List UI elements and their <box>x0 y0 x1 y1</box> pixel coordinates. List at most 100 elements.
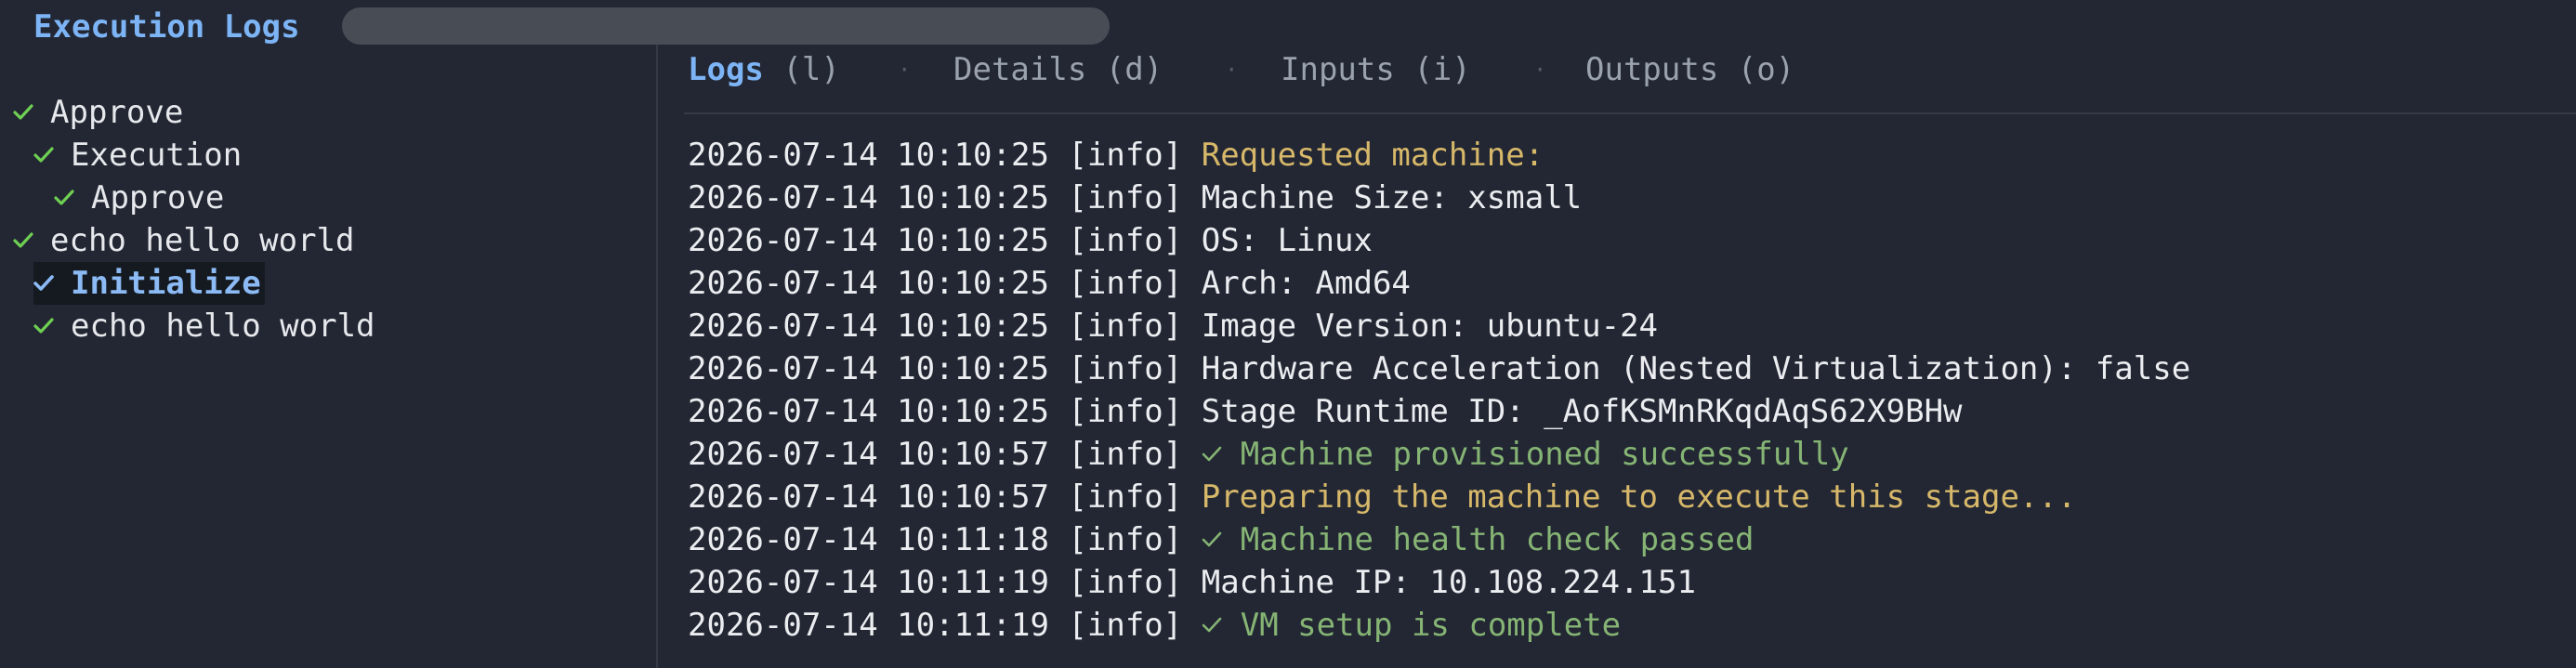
log-timestamp: 2026-07-14 10:10:25 <box>688 393 1049 430</box>
tab-label: Inputs <box>1281 51 1395 88</box>
tab-shortcut: (l) <box>782 51 840 88</box>
tab-details[interactable]: Details (d) <box>953 48 1163 91</box>
log-message-text: Requested machine: <box>1201 137 1544 174</box>
log-timestamp: 2026-07-14 10:10:25 <box>688 137 1049 174</box>
log-line: 2026-07-14 10:11:19 [info] Machine IP: 1… <box>688 561 1696 604</box>
log-timestamp: 2026-07-14 10:10:25 <box>688 350 1049 387</box>
log-message: Hardware Acceleration (Nested Virtualiza… <box>1202 350 2190 387</box>
log-message: Machine provisioned successfully <box>1202 436 1849 473</box>
log-line: 2026-07-14 10:10:25 [info] Image Version… <box>688 305 1658 347</box>
log-line: 2026-07-14 10:11:19 [info] VM setup is c… <box>688 604 1621 647</box>
log-message: Machine health check passed <box>1202 518 1755 561</box>
log-line: 2026-07-14 10:10:25 [info] Machine Size:… <box>688 177 1582 219</box>
check-icon <box>13 219 33 262</box>
log-message: VM setup is complete <box>1202 607 1621 644</box>
log-line: 2026-07-14 10:10:57 [info] Preparing the… <box>688 476 2076 518</box>
log-message: Stage Runtime ID: _AofKSMnRKqdAqS62X9BHw <box>1202 393 1963 430</box>
log-line: 2026-07-14 10:10:25 [info] Requested mac… <box>688 134 1544 177</box>
log-line: 2026-07-14 10:10:57 [info] Machine provi… <box>688 433 1849 476</box>
log-timestamp: 2026-07-14 10:11:19 <box>688 607 1049 644</box>
check-icon <box>1202 604 1222 647</box>
log-timestamp: 2026-07-14 10:10:25 <box>688 308 1049 345</box>
log-message-text: Machine health check passed <box>1240 521 1755 558</box>
log-line: 2026-07-14 10:11:18 [info] Machine healt… <box>688 518 1754 561</box>
log-line: 2026-07-14 10:10:25 [info] OS: Linux <box>688 219 1373 262</box>
tab-separator: · <box>1533 57 1547 83</box>
tree-item[interactable]: Initialize <box>33 262 265 305</box>
check-icon <box>54 177 74 219</box>
log-timestamp: 2026-07-14 10:11:19 <box>688 564 1049 601</box>
log-level: [info] <box>1068 265 1183 302</box>
tab-label: Details <box>953 51 1087 88</box>
log-timestamp: 2026-07-14 10:11:18 <box>688 521 1049 558</box>
tree-item-label: echo hello world <box>50 222 355 259</box>
log-timestamp: 2026-07-14 10:10:25 <box>688 179 1049 216</box>
execution-progress-bar <box>342 7 1110 45</box>
log-timestamp: 2026-07-14 10:10:57 <box>688 478 1049 516</box>
tab-separator: · <box>1225 57 1239 83</box>
check-icon <box>33 134 54 177</box>
tab-inputs[interactable]: Inputs (i) <box>1281 48 1471 91</box>
tab-shortcut: (i) <box>1413 51 1471 88</box>
log-level: [info] <box>1068 564 1183 601</box>
tree-item[interactable]: Approve <box>54 177 224 219</box>
log-message: Preparing the machine to execute this st… <box>1202 478 2077 516</box>
log-level: [info] <box>1068 137 1183 174</box>
log-message-text: Hardware Acceleration (Nested Virtualiza… <box>1201 350 2191 387</box>
log-message: Machine Size: xsmall <box>1202 179 1582 216</box>
page-title: Execution Logs <box>33 8 300 46</box>
log-message: Machine IP: 10.108.224.151 <box>1202 564 1696 601</box>
log-level: [info] <box>1068 607 1183 644</box>
tree-item[interactable]: Approve <box>13 91 183 134</box>
tree-item-label: Initialize <box>71 265 261 302</box>
log-level: [info] <box>1068 436 1183 473</box>
tab-label: Logs <box>688 51 764 88</box>
tabs-divider <box>684 112 2576 114</box>
log-message-text: Arch: Amd64 <box>1201 265 1411 302</box>
log-level: [info] <box>1068 521 1183 558</box>
log-line: 2026-07-14 10:10:25 [info] Stage Runtime… <box>688 390 1963 433</box>
tree-item[interactable]: Execution <box>33 134 242 177</box>
tab-logs[interactable]: Logs (l) <box>688 48 840 91</box>
log-message: Arch: Amd64 <box>1202 265 1411 302</box>
log-level: [info] <box>1068 393 1183 430</box>
tree-item-label: Execution <box>71 137 243 174</box>
tree-item-label: echo hello world <box>71 308 375 345</box>
pane-divider <box>656 45 658 668</box>
check-icon <box>1202 433 1222 476</box>
log-message-text: VM setup is complete <box>1240 607 1622 644</box>
check-icon <box>33 305 54 347</box>
log-message: Image Version: ubuntu-24 <box>1202 308 1658 345</box>
log-level: [info] <box>1068 222 1183 259</box>
tree-item[interactable]: echo hello world <box>13 219 355 262</box>
log-level: [info] <box>1068 308 1183 345</box>
log-line: 2026-07-14 10:10:25 [info] Hardware Acce… <box>688 347 2190 390</box>
log-message: OS: Linux <box>1202 222 1373 259</box>
execution-logs-window: Execution Logs Approve Execution Approve… <box>0 0 2576 668</box>
log-timestamp: 2026-07-14 10:10:25 <box>688 265 1049 302</box>
log-timestamp: 2026-07-14 10:10:57 <box>688 436 1049 473</box>
log-message-text: OS: Linux <box>1201 222 1373 259</box>
log-message: Requested machine: <box>1202 137 1544 174</box>
check-icon <box>1202 518 1222 561</box>
tab-shortcut: (o) <box>1737 51 1795 88</box>
tree-item-label: Approve <box>91 179 225 216</box>
tree-item[interactable]: echo hello world <box>33 305 375 347</box>
log-message-text: Image Version: ubuntu-24 <box>1201 308 1659 345</box>
log-level: [info] <box>1068 179 1183 216</box>
log-level: [info] <box>1068 478 1183 516</box>
tab-shortcut: (d) <box>1105 51 1163 88</box>
log-level: [info] <box>1068 350 1183 387</box>
log-message-text: Machine IP: 10.108.224.151 <box>1201 564 1696 601</box>
check-icon <box>33 262 54 305</box>
log-message-text: Stage Runtime ID: _AofKSMnRKqdAqS62X9BHw <box>1201 393 1963 430</box>
log-message-text: Machine provisioned successfully <box>1240 436 1849 473</box>
log-timestamp: 2026-07-14 10:10:25 <box>688 222 1049 259</box>
tree-item-label: Approve <box>50 94 184 131</box>
tab-separator: · <box>898 57 912 83</box>
log-message-text: Preparing the machine to execute this st… <box>1201 478 2077 516</box>
check-icon <box>13 91 33 134</box>
log-message-text: Machine Size: xsmall <box>1201 179 1583 216</box>
tab-label: Outputs <box>1585 51 1719 88</box>
tab-outputs[interactable]: Outputs (o) <box>1585 48 1794 91</box>
